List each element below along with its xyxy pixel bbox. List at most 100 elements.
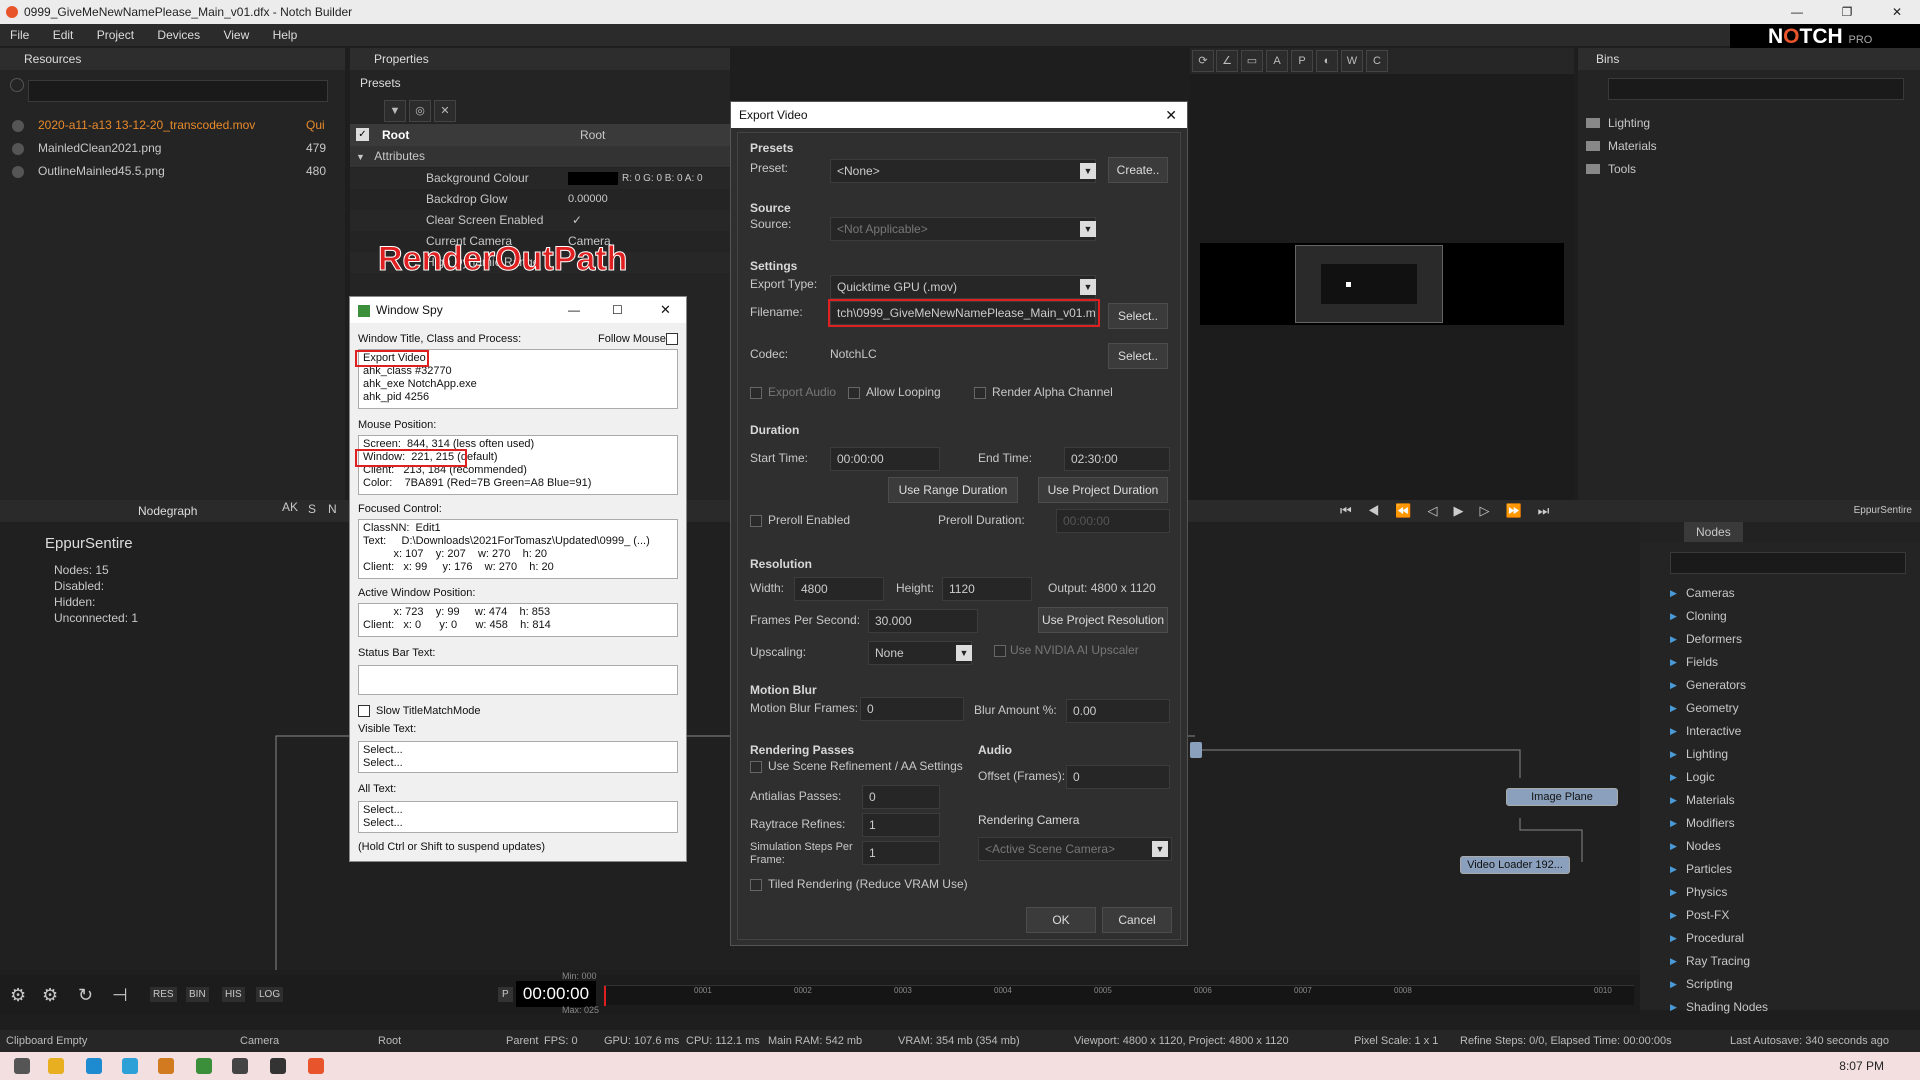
category-logic[interactable]: ▶ Logic: [1628, 766, 1918, 789]
timecode-display[interactable]: 00:00:00: [516, 981, 596, 1007]
timeline-track[interactable]: 0001 0002 0003 0004 0005 0006 0007 0008 …: [604, 985, 1634, 1006]
node-stub[interactable]: [1190, 742, 1202, 758]
use-project-duration-button[interactable]: Use Project Duration: [1038, 477, 1168, 503]
close-icon[interactable]: ✕: [660, 297, 671, 323]
render-alpha-checkbox[interactable]: [974, 387, 986, 399]
source-select[interactable]: <Not Applicable>: [830, 217, 1096, 241]
chevron-down-icon[interactable]: ▼: [1152, 841, 1168, 857]
maximize-button[interactable]: ❐: [1836, 0, 1858, 24]
simulation-steps-input[interactable]: 1: [862, 841, 940, 865]
chevron-down-icon[interactable]: ▼: [1080, 221, 1096, 237]
tool-icon[interactable]: ∠: [1216, 50, 1238, 72]
motion-blur-frames-input[interactable]: 0: [860, 697, 964, 721]
antialias-input[interactable]: 0: [862, 785, 940, 809]
log-button[interactable]: LOG: [256, 987, 284, 1002]
tool-icon[interactable]: ◐: [1316, 50, 1338, 72]
resource-item[interactable]: 2020-a11-a13 13-12-20_transcoded.mov Qui: [0, 114, 330, 137]
chevron-down-icon[interactable]: ▼: [956, 645, 972, 661]
link-icon[interactable]: ⊣: [112, 985, 128, 1006]
transport-controls[interactable]: ⏮◀⏪◁▶▷⏩⏭: [1340, 500, 1630, 522]
gear-icon[interactable]: ⚙: [10, 985, 26, 1006]
start-time-input[interactable]: 00:00:00: [830, 447, 940, 471]
menu-edit[interactable]: Edit: [53, 28, 74, 42]
p-button[interactable]: P: [498, 987, 513, 1002]
bin-item[interactable]: Materials: [1578, 135, 1918, 158]
width-input[interactable]: 4800: [794, 577, 884, 601]
nvidia-upscaler-checkbox[interactable]: [994, 645, 1006, 657]
close-icon[interactable]: ✕: [434, 100, 456, 122]
category-physics[interactable]: ▶ Physics: [1628, 881, 1918, 904]
minimize-icon[interactable]: —: [568, 297, 580, 323]
chevron-down-icon[interactable]: ▼: [1080, 163, 1096, 179]
node-video-loader[interactable]: Video Loader 192...: [1460, 856, 1570, 874]
tool-icon[interactable]: ⟳: [1192, 50, 1214, 72]
category-deformers[interactable]: ▶ Deformers: [1628, 628, 1918, 651]
select-codec-button[interactable]: Select..: [1108, 343, 1168, 369]
playhead[interactable]: [604, 986, 606, 1006]
category-generators[interactable]: ▶ Generators: [1628, 674, 1918, 697]
terminal-icon[interactable]: [270, 1058, 286, 1074]
rendering-camera-select[interactable]: <Active Scene Camera>: [978, 837, 1172, 861]
checkbox[interactable]: ✓: [572, 210, 582, 231]
attribute-row[interactable]: Background Colour R: 0 G: 0 B: 0 A: 0: [350, 168, 730, 189]
refresh-icon[interactable]: ↻: [78, 985, 93, 1006]
attributes-header[interactable]: ▼ Attributes: [350, 146, 730, 167]
bin-item[interactable]: Tools: [1578, 158, 1918, 181]
scene-refinement-checkbox[interactable]: [750, 761, 762, 773]
category-cloning[interactable]: ▶ Cloning: [1628, 605, 1918, 628]
create-preset-button[interactable]: Create..: [1108, 157, 1168, 183]
category-shading-nodes[interactable]: ▶ Shading Nodes: [1628, 996, 1918, 1019]
category-ray-tracing[interactable]: ▶ Ray Tracing: [1628, 950, 1918, 973]
menu-help[interactable]: Help: [273, 28, 298, 42]
attribute-value[interactable]: 0.00000: [568, 189, 608, 210]
end-time-input[interactable]: 02:30:00: [1064, 447, 1170, 471]
category-particles[interactable]: ▶ Particles: [1628, 858, 1918, 881]
height-input[interactable]: 1120: [942, 577, 1032, 601]
attribute-row[interactable]: Clear Screen Enabled ✓: [350, 210, 730, 231]
resource-item[interactable]: OutlineMainled45.5.png 480: [0, 160, 330, 183]
menu-view[interactable]: View: [223, 28, 249, 42]
category-scripting[interactable]: ▶ Scripting: [1628, 973, 1918, 996]
tool-icon[interactable]: C: [1366, 50, 1388, 72]
app-icon[interactable]: [86, 1058, 102, 1074]
app-icon[interactable]: [158, 1058, 174, 1074]
fps-input[interactable]: 30.000: [868, 609, 978, 633]
bin-item[interactable]: Lighting: [1578, 112, 1918, 135]
spy-visible-text[interactable]: Select... Select...: [358, 741, 678, 773]
category-nodes[interactable]: ▶ Nodes: [1628, 835, 1918, 858]
app-icon[interactable]: [232, 1058, 248, 1074]
preroll-checkbox[interactable]: [750, 515, 762, 527]
res-button[interactable]: RES: [150, 987, 177, 1002]
category-procedural[interactable]: ▶ Procedural: [1628, 927, 1918, 950]
category-lighting[interactable]: ▶ Lighting: [1628, 743, 1918, 766]
tiled-rendering-checkbox[interactable]: [750, 879, 762, 891]
ok-button[interactable]: OK: [1026, 907, 1096, 933]
preset-select[interactable]: <None>: [830, 159, 1096, 183]
resource-item[interactable]: MainledClean2021.png 479: [0, 137, 330, 160]
bins-search-input[interactable]: [1608, 78, 1904, 100]
tool-icon[interactable]: ▭: [1241, 50, 1263, 72]
category-geometry[interactable]: ▶ Geometry: [1628, 697, 1918, 720]
app-icon[interactable]: [196, 1058, 212, 1074]
slow-titlematch-checkbox[interactable]: [358, 705, 370, 717]
menu-devices[interactable]: Devices: [157, 28, 200, 42]
audio-offset-input[interactable]: 0: [1066, 765, 1170, 789]
spy-focused-info[interactable]: ClassNN: Edit1 Text: D:\Downloads\2021Fo…: [358, 519, 678, 579]
use-range-duration-button[interactable]: Use Range Duration: [888, 477, 1018, 503]
raytrace-input[interactable]: 1: [862, 813, 940, 837]
category-modifiers[interactable]: ▶ Modifiers: [1628, 812, 1918, 835]
preroll-duration-input[interactable]: 00:00:00: [1056, 509, 1170, 533]
viewport-canvas[interactable]: [1200, 243, 1564, 325]
close-button[interactable]: ✕: [1886, 0, 1908, 24]
color-swatch[interactable]: [568, 172, 618, 185]
category-cameras[interactable]: ▶ Cameras: [1628, 582, 1918, 605]
resources-search-input[interactable]: [28, 80, 328, 102]
his-button[interactable]: HIS: [222, 987, 245, 1002]
use-project-resolution-button[interactable]: Use Project Resolution: [1038, 607, 1168, 633]
tab-nodes[interactable]: Nodes: [1684, 522, 1743, 542]
menu-file[interactable]: File: [10, 28, 29, 42]
cancel-button[interactable]: Cancel: [1102, 907, 1172, 933]
tool-icon[interactable]: W: [1341, 50, 1363, 72]
maximize-icon[interactable]: ☐: [612, 297, 623, 323]
node-image-plane[interactable]: Image Plane: [1506, 788, 1618, 806]
